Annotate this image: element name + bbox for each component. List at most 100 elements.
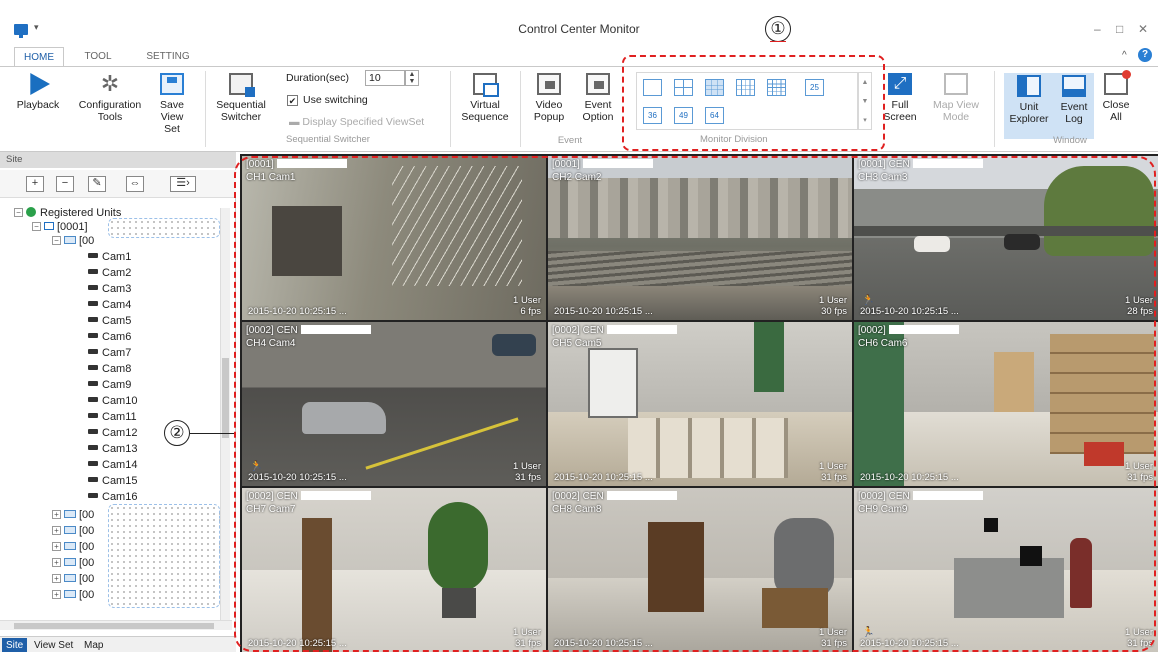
- tree-hscroll-thumb[interactable]: [14, 623, 214, 629]
- tree-cam[interactable]: Cam8: [88, 362, 131, 376]
- cam-label: Cam7: [102, 347, 132, 359]
- playback-icon: [30, 73, 50, 95]
- camera-image: [1084, 442, 1124, 466]
- tree-cam[interactable]: Cam10: [88, 394, 137, 408]
- tree-group[interactable]: + [00: [52, 556, 94, 570]
- virtual-sequence-button[interactable]: Virtual Sequence: [455, 73, 515, 123]
- tree-group[interactable]: + [00: [52, 524, 94, 538]
- camera-users: 1 User: [819, 627, 847, 638]
- collapse-all-button[interactable]: −: [56, 176, 74, 192]
- maximize-button[interactable]: □: [1116, 22, 1123, 36]
- tab-view-set[interactable]: View Set: [30, 638, 77, 652]
- link-icon[interactable]: ⇔: [126, 176, 144, 192]
- tree-group[interactable]: + [00: [52, 540, 94, 554]
- gear-icon: ✲: [100, 71, 120, 96]
- tree-vertical-scrollbar[interactable]: [220, 208, 230, 620]
- duration-spinner[interactable]: ▲ ▼: [405, 70, 419, 86]
- tree-group-label: [00: [79, 573, 95, 585]
- tree-cam[interactable]: Cam2: [88, 266, 131, 280]
- playback-button[interactable]: Playback: [14, 73, 62, 111]
- tree-cam[interactable]: Cam12: [88, 426, 137, 440]
- tree-horizontal-scrollbar[interactable]: [0, 620, 232, 630]
- tree-cam[interactable]: Cam5: [88, 314, 131, 328]
- group-label-window: Window: [1053, 135, 1087, 146]
- close-all-button[interactable]: Close All: [1098, 70, 1134, 123]
- camera-icon: [88, 269, 98, 274]
- camera-view[interactable]: [0002] CEN CH4 Cam4 🏃 2015-10-20 10:25:1…: [242, 322, 546, 486]
- help-icon[interactable]: ?: [1138, 48, 1152, 62]
- camera-image: [754, 322, 784, 392]
- camera-view[interactable]: [0002] CH6 Cam6 2015-10-20 10:25:15 ... …: [854, 322, 1158, 486]
- full-screen-button[interactable]: Full Screen: [880, 73, 920, 123]
- camera-view[interactable]: [0002] CEN CH8 Cam8 2015-10-20 10:25:15 …: [548, 488, 852, 652]
- tree-group[interactable]: + [00: [52, 588, 94, 602]
- camera-image: [1020, 546, 1042, 566]
- tree-cam[interactable]: Cam15: [88, 474, 137, 488]
- tree-group[interactable]: + [00: [52, 572, 94, 586]
- expand-all-button[interactable]: +: [26, 176, 44, 192]
- tree-group[interactable]: − [00: [52, 234, 94, 248]
- ribbon-separator: [994, 71, 995, 147]
- tree-cam[interactable]: Cam9: [88, 378, 131, 392]
- tree-cam[interactable]: Cam16: [88, 490, 137, 504]
- tree-cam[interactable]: Cam1: [88, 250, 131, 264]
- tree-cam[interactable]: Cam3: [88, 282, 131, 296]
- tree-unit[interactable]: − [0001]: [32, 220, 88, 234]
- redaction-mask: [108, 218, 220, 238]
- map-view-mode-button[interactable]: Map View Mode: [928, 73, 984, 123]
- use-switching-label: Use switching: [303, 94, 368, 106]
- tree-cam[interactable]: Cam4: [88, 298, 131, 312]
- cam-label: Cam13: [102, 443, 138, 455]
- tab-setting[interactable]: SETTING: [138, 47, 198, 67]
- cam-label: Cam1: [102, 251, 132, 263]
- camera-id: [0001]: [246, 159, 274, 170]
- camera-users: 1 User: [819, 295, 847, 306]
- tab-home[interactable]: HOME: [14, 47, 64, 67]
- close-button[interactable]: ✕: [1138, 22, 1148, 36]
- tree-root[interactable]: − Registered Units: [14, 206, 121, 220]
- configuration-tools-label: Configuration Tools: [78, 99, 142, 123]
- camera-view[interactable]: [0002] CEN CH9 Cam9 🏃 2015-10-20 10:25:1…: [854, 488, 1158, 652]
- tree-group[interactable]: + [00: [52, 508, 94, 522]
- unit-icon: [44, 222, 54, 230]
- event-log-button[interactable]: Event Log: [1054, 73, 1094, 139]
- duration-input[interactable]: 10: [365, 70, 405, 86]
- camera-view[interactable]: [0002] CEN CH5 Cam5 2015-10-20 10:25:15 …: [548, 322, 852, 486]
- sequential-switcher-button[interactable]: Sequential Switcher: [210, 73, 272, 123]
- camera-channel: CH5 Cam5: [552, 338, 602, 349]
- edit-icon[interactable]: ✎: [88, 176, 106, 192]
- camera-view[interactable]: [0001] CEN CH3 Cam3 🏃 2015-10-20 10:25:1…: [854, 156, 1158, 320]
- tree-cam[interactable]: Cam13: [88, 442, 137, 456]
- camera-image: [302, 518, 332, 652]
- display-viewset-option[interactable]: ▬ Display Specified ViewSet: [289, 116, 424, 128]
- configuration-tools-button[interactable]: ✲ Configuration Tools: [68, 71, 152, 124]
- camera-view[interactable]: [0001] CH1 Cam1 2015-10-20 10:25:15 ... …: [242, 156, 546, 320]
- annotation-marker-1: ①: [765, 16, 791, 42]
- tab-map[interactable]: Map: [80, 638, 107, 652]
- tree-unit-label: [0001]: [57, 221, 88, 233]
- tree-cam[interactable]: Cam7: [88, 346, 131, 360]
- camera-image: [914, 236, 950, 252]
- tab-tool[interactable]: TOOL: [76, 47, 120, 67]
- annotation-underline: [770, 41, 786, 42]
- save-view-set-button[interactable]: Save View Set: [152, 73, 192, 135]
- tree-cam[interactable]: Cam6: [88, 330, 131, 344]
- tree-scroll-thumb[interactable]: [222, 358, 229, 438]
- motion-icon: 🏃: [250, 461, 263, 472]
- window-title: Control Center Monitor: [518, 22, 640, 36]
- camera-channel: CH2 Cam2: [552, 172, 602, 183]
- group-icon: [64, 574, 76, 582]
- video-popup-button[interactable]: Video Popup: [528, 73, 570, 123]
- unit-explorer-button[interactable]: Unit Explorer: [1004, 73, 1054, 139]
- tree-cam[interactable]: Cam11: [88, 410, 137, 424]
- use-switching-checkbox[interactable]: ✔ Use switching: [287, 94, 368, 106]
- minimize-button[interactable]: –: [1094, 22, 1101, 36]
- camera-view[interactable]: [0002] CEN CH7 Cam7 2015-10-20 10:25:15 …: [242, 488, 546, 652]
- camera-view[interactable]: [0001] CH2 Cam2 2015-10-20 10:25:15 ... …: [548, 156, 852, 320]
- event-option-button[interactable]: Event Option: [576, 73, 620, 123]
- layout-menu-icon[interactable]: ☰›: [170, 176, 196, 192]
- tab-site[interactable]: Site: [2, 638, 28, 652]
- tree-cam[interactable]: Cam14: [88, 458, 137, 472]
- ribbon-collapse-icon[interactable]: ^: [1122, 50, 1127, 61]
- camera-icon: [88, 493, 98, 498]
